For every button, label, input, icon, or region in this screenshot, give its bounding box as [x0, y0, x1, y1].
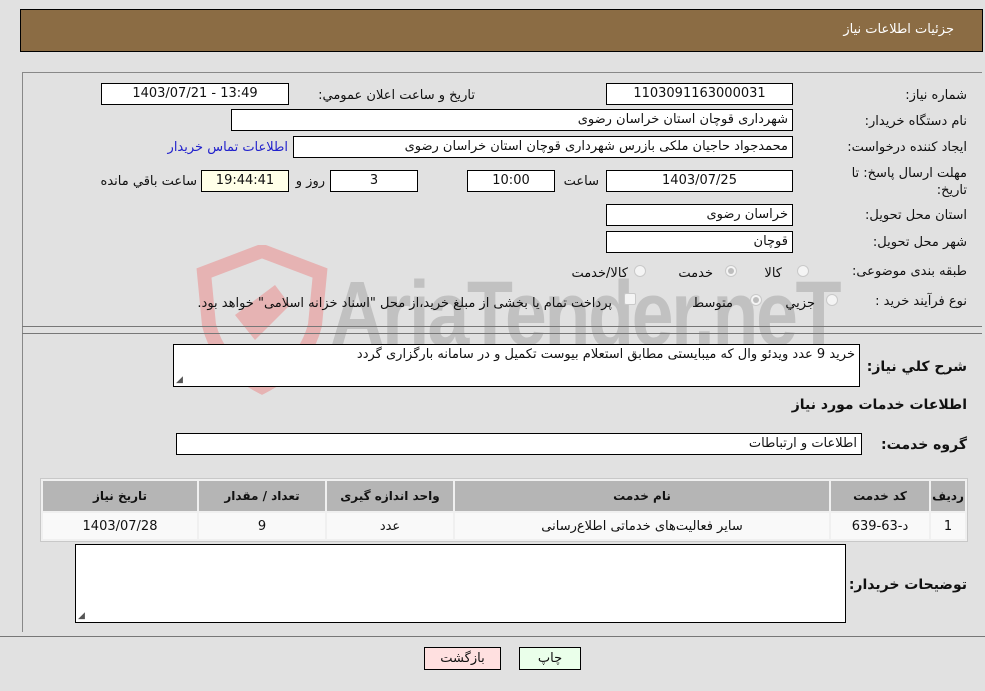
- category-radio-service[interactable]: [725, 265, 737, 277]
- category-radio-goods-service[interactable]: [634, 265, 646, 277]
- table-row: 1 د-63-639 ساير فعاليت‌های خدماتی اطلاع‌…: [43, 513, 965, 539]
- deadline-date-field[interactable]: 1403/07/25: [606, 170, 793, 192]
- delivery-province-label: استان محل تحويل:: [865, 208, 967, 223]
- process-radio-minor[interactable]: [826, 294, 838, 306]
- category-option-service: خدمت: [678, 266, 713, 281]
- buyer-org-field[interactable]: شهرداری قوچان استان خراسان رضوی: [231, 109, 793, 131]
- col-header-service-name: نام خدمت: [455, 481, 829, 511]
- divider: [22, 333, 982, 334]
- col-header-unit: واحد اندازه گيری: [327, 481, 453, 511]
- process-type-label: نوع فرآيند خريد :: [875, 294, 967, 309]
- page-header: جزئيات اطلاعات نياز: [20, 9, 983, 52]
- deadline-label: مهلت ارسال پاسخ: تا تاريخ:: [851, 166, 967, 198]
- treasury-note: پرداخت تمام يا بخشی از مبلغ خريد،از محل …: [197, 296, 612, 311]
- services-section-title: اطلاعات خدمات مورد نياز: [791, 397, 967, 413]
- deadline-time-label: ساعت: [563, 174, 599, 189]
- process-option-medium: متوسط: [692, 296, 733, 311]
- days-label: روز و: [295, 174, 325, 189]
- process-option-minor: جزيي: [785, 296, 815, 311]
- delivery-city-label: شهر محل تحويل:: [872, 235, 967, 250]
- col-header-quantity: تعداد / مقدار: [199, 481, 325, 511]
- announce-datetime-field[interactable]: 1403/07/21 - 13:49: [101, 83, 289, 105]
- buyer-contact-link[interactable]: اطلاعات تماس خريدار: [168, 140, 288, 155]
- delivery-city-field[interactable]: قوچان: [606, 231, 793, 253]
- buyer-notes-label: توضيحات خريدار:: [848, 577, 967, 593]
- requester-label: ايجاد کننده درخواست:: [847, 140, 967, 155]
- requester-field[interactable]: محمدجواد حاجیان ملکی بازرس شهرداری قوچان…: [293, 136, 793, 158]
- description-textarea[interactable]: خريد 9 عدد ويدئو وال که ميبايستی مطابق ا…: [173, 344, 860, 387]
- category-option-goods: کالا: [764, 266, 782, 281]
- services-table: رديف کد خدمت نام خدمت واحد اندازه گيری ت…: [40, 478, 968, 542]
- resize-grip-icon[interactable]: ◢: [78, 611, 85, 621]
- category-option-goods-service: کالا/خدمت: [571, 266, 628, 281]
- table-header-row: رديف کد خدمت نام خدمت واحد اندازه گيری ت…: [43, 481, 965, 511]
- days-remaining-field[interactable]: 3: [330, 170, 418, 192]
- cell-need-date: 1403/07/28: [43, 513, 197, 539]
- cell-quantity: 9: [199, 513, 325, 539]
- process-radio-medium[interactable]: [750, 294, 762, 306]
- description-label: شرح کلي نياز:: [866, 359, 967, 375]
- cell-service-name: ساير فعاليت‌های خدماتی اطلاع‌رسانی: [455, 513, 829, 539]
- need-number-field[interactable]: 1103091163000031: [606, 83, 793, 105]
- buyer-notes-textarea[interactable]: ◢: [75, 544, 846, 623]
- print-button[interactable]: چاپ: [519, 647, 581, 670]
- announce-datetime-label: تاريخ و ساعت اعلان عمومي:: [318, 88, 475, 103]
- description-text: خريد 9 عدد ويدئو وال که ميبايستی مطابق ا…: [356, 347, 855, 362]
- col-header-need-date: تاريخ نياز: [43, 481, 197, 511]
- divider: [22, 326, 982, 327]
- resize-grip-icon[interactable]: ◢: [176, 375, 183, 385]
- back-button[interactable]: بازگشت: [424, 647, 501, 670]
- cell-row-number: 1: [931, 513, 965, 539]
- service-group-label: گروه خدمت:: [881, 437, 967, 453]
- col-header-row-number: رديف: [931, 481, 965, 511]
- cell-unit: عدد: [327, 513, 453, 539]
- time-remaining-label: ساعت باقي مانده: [100, 174, 197, 189]
- buyer-org-label: نام دستگاه خريدار:: [864, 114, 967, 129]
- col-header-service-code: کد خدمت: [831, 481, 929, 511]
- category-radio-goods[interactable]: [797, 265, 809, 277]
- delivery-province-field[interactable]: خراسان رضوی: [606, 204, 793, 226]
- need-number-label: شماره نیاز:: [905, 88, 967, 103]
- divider: [0, 636, 985, 637]
- service-group-field[interactable]: اطلاعات و ارتباطات: [176, 433, 862, 455]
- time-remaining-field: 19:44:41: [201, 170, 289, 192]
- page-title: جزئيات اطلاعات نياز: [843, 22, 954, 37]
- treasury-checkbox[interactable]: [624, 293, 636, 305]
- deadline-time-field[interactable]: 10:00: [467, 170, 555, 192]
- category-label: طبقه بندی موضوعی:: [851, 264, 967, 279]
- cell-service-code: د-63-639: [831, 513, 929, 539]
